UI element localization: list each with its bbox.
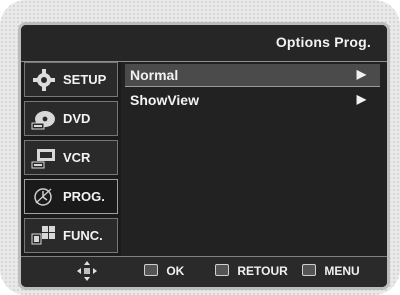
return-icon xyxy=(215,264,229,276)
sidebar: SETUP DVD VCR PROG. FUNC. xyxy=(21,62,121,256)
menu-label: MENU xyxy=(324,264,360,278)
return-label: RETOUR xyxy=(237,264,288,278)
title-bar: Options Prog. xyxy=(21,25,387,62)
func-icon xyxy=(31,226,55,245)
bottom-bar: OK RETOUR MENU xyxy=(21,256,387,287)
bezel-frame: Options Prog. SETUP DVD VCR PROG. FUNC. … xyxy=(0,0,400,295)
gear-icon xyxy=(33,69,55,91)
sidebar-item-prog[interactable]: PROG. xyxy=(24,179,118,214)
sidebar-item-vcr[interactable]: VCR xyxy=(24,140,118,175)
menu-item-label: ShowView xyxy=(130,92,199,108)
menu-item-normal[interactable]: Normal ▶ xyxy=(125,64,380,87)
dvd-icon xyxy=(31,111,55,130)
right-arrow-icon: ▶ xyxy=(356,92,366,106)
menu-item-showview[interactable]: ShowView ▶ xyxy=(125,89,380,112)
menu-icon xyxy=(302,264,316,276)
sidebar-item-label: VCR xyxy=(63,150,91,165)
main-menu: Normal ▶ ShowView ▶ xyxy=(121,62,387,256)
menu-button[interactable]: MENU xyxy=(302,264,360,278)
sidebar-item-setup[interactable]: SETUP xyxy=(24,62,118,97)
ok-icon xyxy=(144,264,158,276)
page-title: Options Prog. xyxy=(275,34,371,50)
menu-item-label: Normal xyxy=(130,67,179,83)
vcr-icon xyxy=(31,149,55,169)
ok-button[interactable]: OK xyxy=(144,264,184,278)
sidebar-item-label: DVD xyxy=(63,111,91,126)
clock-icon xyxy=(34,188,52,206)
right-arrow-icon: ▶ xyxy=(356,67,366,81)
navigation-pad-icon[interactable] xyxy=(76,260,98,282)
menu-screen: Options Prog. SETUP DVD VCR PROG. FUNC. … xyxy=(18,22,390,290)
return-button[interactable]: RETOUR xyxy=(215,264,288,278)
ok-label: OK xyxy=(166,264,185,278)
sidebar-item-label: FUNC. xyxy=(63,228,103,243)
sidebar-item-func[interactable]: FUNC. xyxy=(24,218,118,253)
sidebar-item-label: PROG. xyxy=(63,189,105,204)
sidebar-item-dvd[interactable]: DVD xyxy=(24,101,118,136)
sidebar-item-label: SETUP xyxy=(63,72,107,87)
